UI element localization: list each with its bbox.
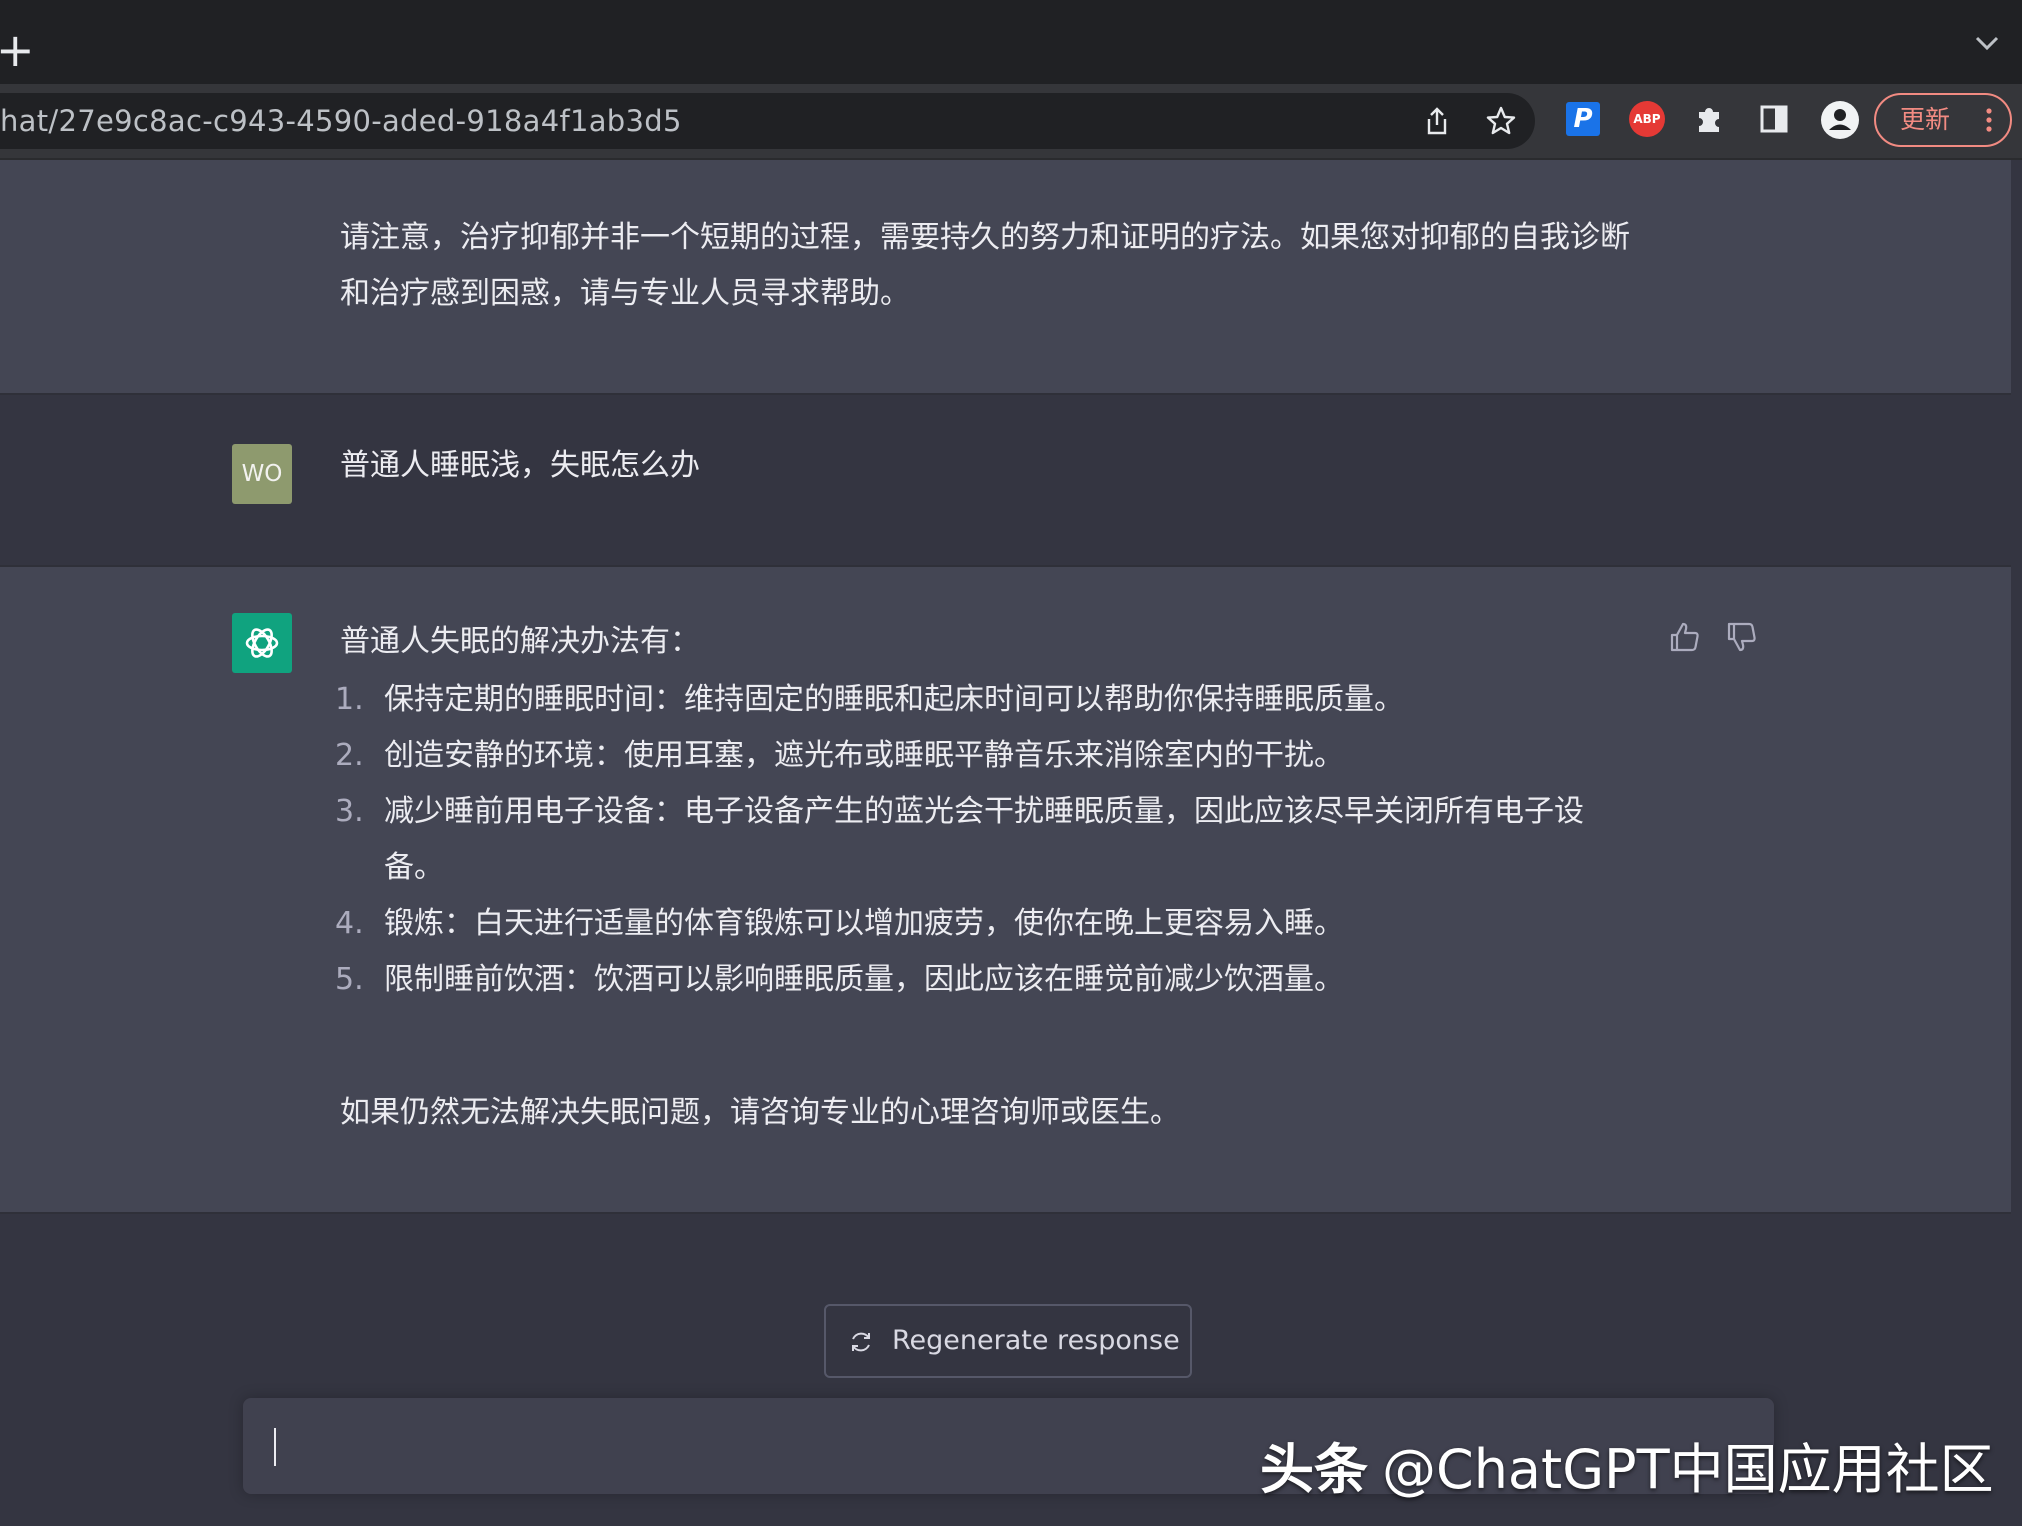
list-item: 5. 限制睡前饮酒：饮酒可以影响睡眠质量，因此应该在睡觉前减少饮酒量。 xyxy=(335,952,1635,1008)
update-button[interactable]: 更新 xyxy=(1874,93,2012,147)
url-text[interactable]: hat/27e9c8ac-c943-4590-aded-918a4f1ab3d5 xyxy=(0,93,682,149)
user-avatar: WO xyxy=(232,444,292,504)
list-item-number: 5. xyxy=(335,962,364,997)
bookmark-star-icon[interactable] xyxy=(1485,105,1517,137)
browser-tab-strip: + xyxy=(0,0,2022,84)
list-item-text: 创造安静的环境：使用耳塞，遮光布或睡眠平静音乐来消除室内的干扰。 xyxy=(384,738,1344,773)
list-item-text: 保持定期的睡眠时间：维持固定的睡眠和起床时间可以帮助你保持睡眠质量。 xyxy=(384,682,1404,717)
list-item-number: 3. xyxy=(335,794,364,829)
thumbs-up-icon[interactable] xyxy=(1668,620,1702,654)
more-menu-icon[interactable] xyxy=(1986,108,1992,132)
previous-assistant-text: 请注意，治疗抑郁并非一个短期的过程，需要持久的努力和证明的疗法。如果您对抑郁的自… xyxy=(340,220,1630,311)
share-icon[interactable] xyxy=(1421,105,1453,137)
list-item-text: 锻炼：白天进行适量的体育锻炼可以增加疲劳，使你在晚上更容易入睡。 xyxy=(384,906,1344,941)
watermark: 头条 @ChatGPT中国应用社区 xyxy=(1260,1425,1994,1504)
watermark-brand: 头条 xyxy=(1260,1438,1368,1501)
list-item-text: 减少睡前用电子设备：电子设备产生的蓝光会干扰睡眠质量，因此应该尽早关闭所有电子设… xyxy=(384,794,1584,885)
address-bar[interactable]: hat/27e9c8ac-c943-4590-aded-918a4f1ab3d5 xyxy=(0,93,1535,149)
new-tab-button[interactable]: + xyxy=(0,18,35,82)
list-item: 2. 创造安静的环境：使用耳塞，遮光布或睡眠平静音乐来消除室内的干扰。 xyxy=(335,728,1635,784)
list-item-number: 1. xyxy=(335,682,364,717)
chatgpt-logo-icon xyxy=(232,613,292,673)
list-item: 1. 保持定期的睡眠时间：维持固定的睡眠和起床时间可以帮助你保持睡眠质量。 xyxy=(335,672,1635,728)
regenerate-label: Regenerate response xyxy=(892,1325,1180,1356)
extensions-puzzle-icon[interactable] xyxy=(1693,102,1727,136)
profile-avatar-icon[interactable] xyxy=(1820,100,1860,140)
refresh-icon xyxy=(852,1332,870,1352)
assistant-intro: 普通人失眠的解决办法有： xyxy=(340,624,700,659)
regenerate-response-button[interactable]: Regenerate response xyxy=(824,1304,1192,1378)
watermark-handle: @ChatGPT中国应用社区 xyxy=(1382,1438,1994,1501)
thumbs-down-icon[interactable] xyxy=(1725,620,1759,654)
list-item-number: 2. xyxy=(335,738,364,773)
assistant-answer-list: 1. 保持定期的睡眠时间：维持固定的睡眠和起床时间可以帮助你保持睡眠质量。 2. 创… xyxy=(335,672,1635,1008)
list-item-number: 4. xyxy=(335,906,364,941)
assistant-outro: 如果仍然无法解决失眠问题，请咨询专业的心理咨询师或医生。 xyxy=(340,1095,1180,1130)
tab-search-chevron-icon[interactable] xyxy=(1972,32,2002,54)
adblock-plus-icon[interactable]: ABP xyxy=(1629,101,1665,137)
side-panel-icon[interactable] xyxy=(1757,102,1791,136)
browser-toolbar: hat/27e9c8ac-c943-4590-aded-918a4f1ab3d5… xyxy=(0,84,2022,160)
text-cursor xyxy=(274,1428,276,1466)
previous-assistant-message: 请注意，治疗抑郁并非一个短期的过程，需要持久的努力和证明的疗法。如果您对抑郁的自… xyxy=(0,160,2011,395)
list-item: 3. 减少睡前用电子设备：电子设备产生的蓝光会干扰睡眠质量，因此应该尽早关闭所有电… xyxy=(335,784,1635,896)
user-message-text: 普通人睡眠浅，失眠怎么办 xyxy=(340,448,700,483)
p-extension-icon[interactable]: P xyxy=(1566,102,1600,136)
list-item: 4. 锻炼：白天进行适量的体育锻炼可以增加疲劳，使你在晚上更容易入睡。 xyxy=(335,896,1635,952)
update-label: 更新 xyxy=(1900,105,1951,134)
list-item-text: 限制睡前饮酒：饮酒可以影响睡眠质量，因此应该在睡觉前减少饮酒量。 xyxy=(384,962,1344,997)
user-message: WO 普通人睡眠浅，失眠怎么办 xyxy=(0,395,2011,567)
